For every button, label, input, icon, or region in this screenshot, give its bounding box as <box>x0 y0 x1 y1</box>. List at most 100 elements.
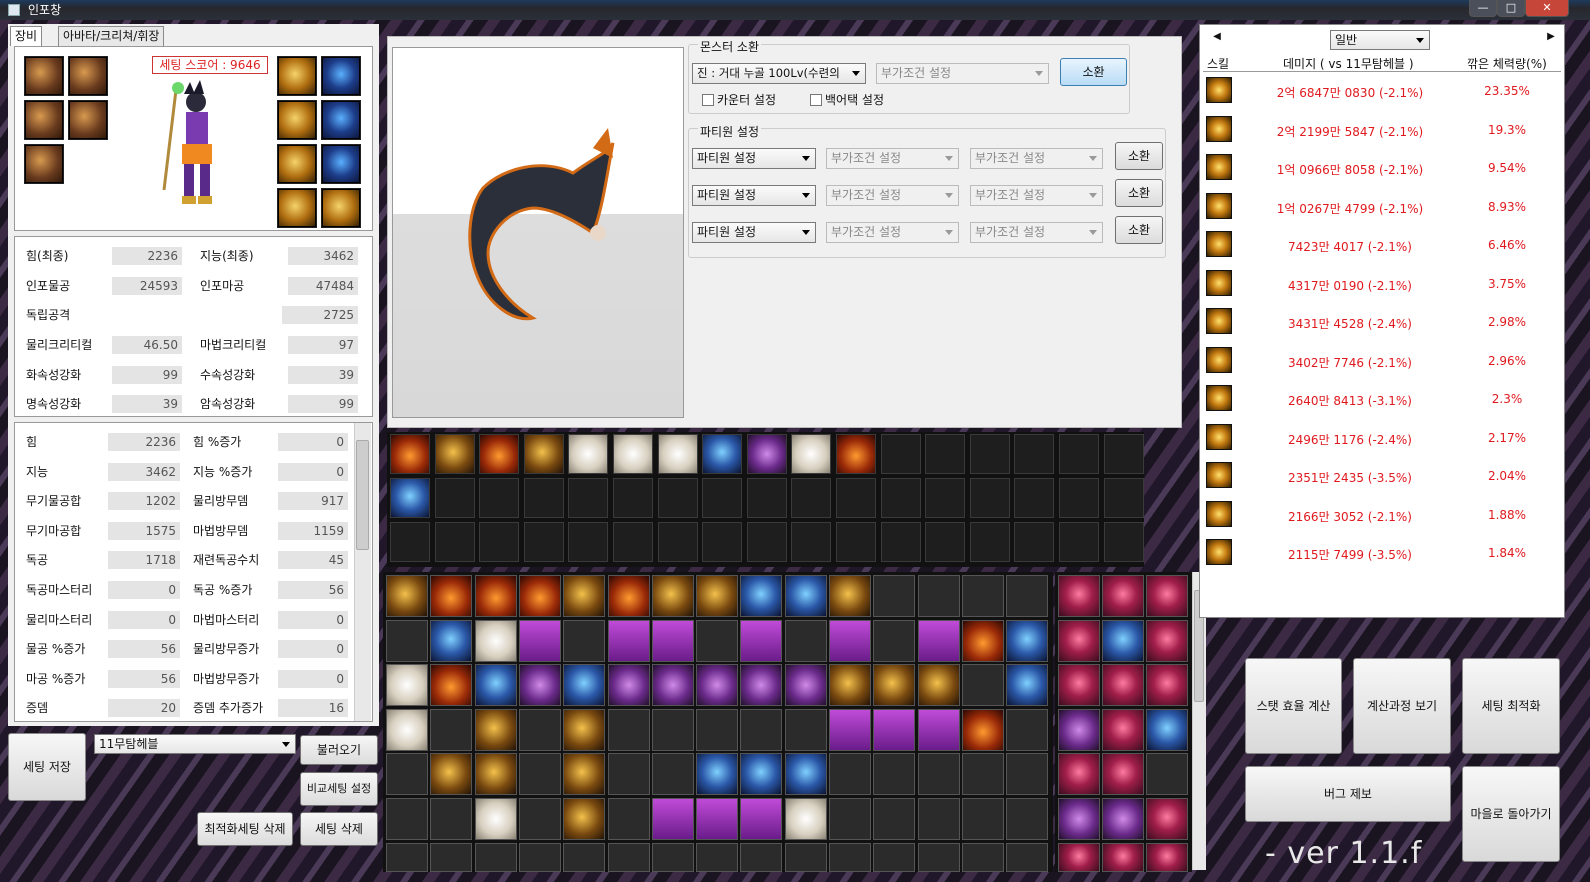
buff-slot[interactable] <box>435 478 475 518</box>
mode-select[interactable]: 일반 <box>1330 30 1430 50</box>
inventory-slot[interactable] <box>519 843 561 872</box>
equip-slot-magicstone[interactable] <box>321 144 361 184</box>
party-member-select[interactable]: 파티원 설정 <box>692 185 816 206</box>
orb-slot[interactable] <box>1102 709 1144 751</box>
inventory-slot[interactable] <box>740 843 782 872</box>
buff-slot[interactable] <box>390 478 430 518</box>
party-summon-button[interactable]: 소환 <box>1115 142 1163 170</box>
save-setting-button[interactable]: 세팅 저장 <box>8 733 86 801</box>
buff-slot[interactable] <box>836 434 876 474</box>
inventory-slot[interactable] <box>962 843 1004 872</box>
backattack-checkbox-box[interactable] <box>810 94 822 106</box>
orb-slot[interactable] <box>1102 664 1144 706</box>
inventory-slot[interactable] <box>386 620 428 662</box>
inventory-slot[interactable] <box>785 798 827 840</box>
inventory-slot[interactable] <box>608 709 650 751</box>
orb-slot[interactable] <box>1102 620 1144 662</box>
buff-slot[interactable] <box>479 522 519 562</box>
inventory-slot[interactable] <box>652 709 694 751</box>
inventory-slot[interactable] <box>829 709 871 751</box>
scroll-right-arrow[interactable]: ▶ <box>1544 30 1558 44</box>
orb-slot[interactable] <box>1102 798 1144 840</box>
inventory-slot[interactable] <box>430 798 472 840</box>
inventory-slot[interactable] <box>785 843 827 872</box>
buff-slot[interactable] <box>1014 522 1054 562</box>
buff-slot[interactable] <box>1104 478 1144 518</box>
equip-slot-earring[interactable] <box>321 188 361 228</box>
buff-slot[interactable] <box>390 434 430 474</box>
inventory-slot[interactable] <box>829 753 871 795</box>
inventory-slot[interactable] <box>785 575 827 617</box>
buff-slot[interactable] <box>568 478 608 518</box>
orb-slot[interactable] <box>1146 664 1188 706</box>
buff-slot[interactable] <box>390 522 430 562</box>
buff-slot[interactable] <box>970 522 1010 562</box>
inventory-slot[interactable] <box>563 575 605 617</box>
delete-setting-button[interactable]: 세팅 삭제 <box>300 812 378 846</box>
inventory-slot[interactable] <box>696 798 738 840</box>
inventory-slot[interactable] <box>740 798 782 840</box>
tab-avatar[interactable]: 아바타/크리쳐/휘장 <box>58 26 165 46</box>
equip-slot-weapon[interactable] <box>277 56 317 96</box>
inventory-slot[interactable] <box>873 709 915 751</box>
inventory-slot[interactable] <box>1006 575 1048 617</box>
inventory-slot[interactable] <box>430 753 472 795</box>
equip-slot-subequip[interactable] <box>277 144 317 184</box>
inventory-slot[interactable] <box>918 575 960 617</box>
orb-slot[interactable] <box>1146 798 1188 840</box>
inventory-slot[interactable] <box>740 753 782 795</box>
inventory-slot[interactable] <box>386 575 428 617</box>
monster-select[interactable]: 진 : 거대 누골 100Lv(수련의 <box>692 63 866 84</box>
inventory-slot[interactable] <box>519 575 561 617</box>
inventory-slot[interactable] <box>1006 798 1048 840</box>
inventory-slot[interactable] <box>652 664 694 706</box>
buff-slot[interactable] <box>613 522 653 562</box>
equip-slot-pants[interactable] <box>24 100 64 140</box>
orb-slot[interactable] <box>1058 620 1100 662</box>
inventory-slot[interactable] <box>563 843 605 872</box>
buff-slot[interactable] <box>435 522 475 562</box>
inventory-slot[interactable] <box>918 843 960 872</box>
party-condition-select[interactable]: 부가조건 설정 <box>970 148 1103 169</box>
inventory-slot[interactable] <box>785 620 827 662</box>
inventory-slot[interactable] <box>962 620 1004 662</box>
inventory-slot[interactable] <box>652 843 694 872</box>
orb-slot[interactable] <box>1058 709 1100 751</box>
party-summon-button[interactable]: 소환 <box>1115 179 1163 207</box>
orb-slot[interactable] <box>1102 575 1144 617</box>
monster-summon-button[interactable]: 소환 <box>1060 58 1127 86</box>
inventory-slot[interactable] <box>475 843 517 872</box>
party-member-select[interactable]: 파티원 설정 <box>692 222 816 243</box>
inventory-slot[interactable] <box>829 798 871 840</box>
stat-efficiency-button[interactable]: 스탯 효율 계산 <box>1245 658 1342 754</box>
inventory-slot[interactable] <box>386 753 428 795</box>
preset-select[interactable]: 11무탐헤블 <box>94 734 296 754</box>
party-condition-select[interactable]: 부가조건 설정 <box>826 185 959 206</box>
inventory-slot[interactable] <box>873 798 915 840</box>
equip-slot-belt[interactable] <box>68 100 108 140</box>
inventory-slot[interactable] <box>519 664 561 706</box>
inventory-slot[interactable] <box>608 798 650 840</box>
inventory-slot[interactable] <box>829 620 871 662</box>
buff-slot[interactable] <box>568 434 608 474</box>
orb-slot[interactable] <box>1058 843 1100 872</box>
inventory-slot[interactable] <box>918 664 960 706</box>
calc-process-button[interactable]: 계산과정 보기 <box>1353 658 1451 754</box>
scroll-left-arrow[interactable]: ◀ <box>1210 30 1224 44</box>
minimize-button[interactable]: — <box>1469 0 1497 17</box>
party-condition-select[interactable]: 부가조건 설정 <box>970 185 1103 206</box>
buff-slot[interactable] <box>836 522 876 562</box>
equip-slot-shoes[interactable] <box>24 144 64 184</box>
inventory-slot[interactable] <box>608 620 650 662</box>
inventory-slot[interactable] <box>873 620 915 662</box>
buff-slot[interactable] <box>881 434 921 474</box>
buff-slot[interactable] <box>479 478 519 518</box>
inventory-slot[interactable] <box>475 575 517 617</box>
orb-slot[interactable] <box>1146 843 1188 872</box>
bug-report-button[interactable]: 버그 제보 <box>1245 766 1451 822</box>
inventory-slot[interactable] <box>430 709 472 751</box>
counter-checkbox[interactable]: 카운터 설정 <box>702 93 776 107</box>
inventory-slot[interactable] <box>1006 753 1048 795</box>
buff-slot[interactable] <box>747 434 787 474</box>
buff-slot[interactable] <box>1014 478 1054 518</box>
